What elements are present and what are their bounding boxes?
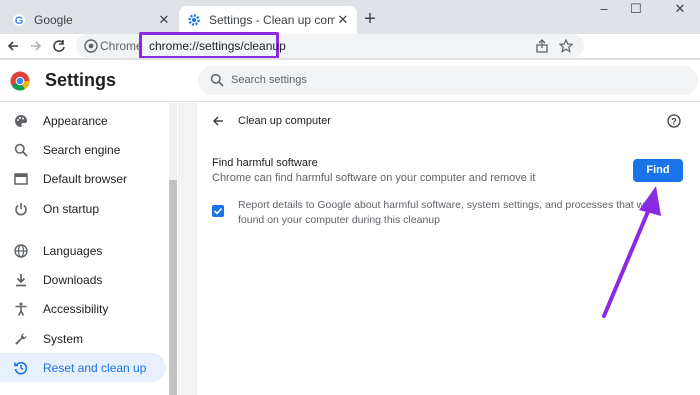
maximize-icon[interactable]: ☐ <box>621 0 651 18</box>
sidebar-item-label: Reset and clean up <box>43 360 147 375</box>
back-arrow-icon[interactable] <box>3 36 23 56</box>
chrome-logo-icon <box>84 39 98 53</box>
sidebar-item-search-engine[interactable]: Search engine <box>0 135 166 164</box>
chrome-logo-icon <box>10 71 30 91</box>
find-harmful-software-description: Chrome can find harmful software on your… <box>212 172 536 184</box>
sidebar-item-label: Downloads <box>43 272 103 287</box>
sidebar-item-label: Search engine <box>43 142 121 157</box>
url-text[interactable]: chrome://settings/cleanup <box>149 39 286 53</box>
sidebar-item-reset-and-clean-up[interactable]: Reset and clean up <box>0 353 166 382</box>
window-close-icon[interactable]: ✕ <box>665 0 695 18</box>
tab-settings[interactable]: Settings - Clean up computer ✕ <box>179 6 357 34</box>
svg-text:G: G <box>15 15 24 27</box>
wrench-icon <box>13 331 29 347</box>
tab-label: Google <box>34 13 73 27</box>
tab-google[interactable]: G Google ✕ <box>6 6 178 34</box>
minimize-icon[interactable]: – <box>589 0 619 18</box>
power-icon <box>13 201 29 217</box>
reload-icon[interactable] <box>49 36 69 56</box>
sidebar-item-label: On startup <box>43 201 100 216</box>
sidebar-item-label: Accessibility <box>43 301 109 316</box>
sidebar-item-accessibility[interactable]: Accessibility <box>0 294 166 323</box>
gear-icon <box>187 13 201 27</box>
search-icon <box>210 73 224 87</box>
reset-icon <box>13 360 29 376</box>
sidebar-item-default-browser[interactable]: Default browser <box>0 164 166 193</box>
url-scheme-label: Chrome <box>100 39 143 53</box>
google-favicon-icon: G <box>12 13 26 27</box>
new-tab-icon[interactable]: + <box>361 9 379 29</box>
report-details-checkbox[interactable] <box>212 205 224 217</box>
tab-close-icon[interactable]: ✕ <box>156 12 172 28</box>
globe-icon <box>13 243 29 259</box>
sidebar-item-appearance[interactable]: Appearance <box>0 106 166 135</box>
back-arrow-icon[interactable] <box>211 114 225 128</box>
help-icon[interactable]: ? <box>667 114 681 128</box>
find-harmful-software-heading: Find harmful software <box>212 157 318 169</box>
palette-icon <box>13 113 29 129</box>
annotation-arrow-icon <box>602 186 661 318</box>
page-title: Settings <box>45 70 117 90</box>
sidebar-item-on-startup[interactable]: On startup <box>0 194 166 223</box>
forward-arrow-icon[interactable] <box>26 36 46 56</box>
sidebar: Appearance Search engine Default browser… <box>0 103 178 395</box>
sidebar-item-label: Languages <box>43 243 103 258</box>
sidebar-item-label: Default browser <box>43 171 128 186</box>
find-button[interactable]: Find <box>633 159 683 182</box>
svg-text:?: ? <box>671 117 677 127</box>
sidebar-item-languages[interactable]: Languages <box>0 236 166 265</box>
bookmark-star-icon[interactable] <box>558 38 574 54</box>
download-icon <box>13 272 29 288</box>
tab-close-icon[interactable]: ✕ <box>335 12 351 28</box>
sidebar-scrollbar-thumb[interactable] <box>169 180 177 395</box>
share-icon[interactable] <box>534 38 550 54</box>
sidebar-item-downloads[interactable]: Downloads <box>0 265 166 294</box>
sidebar-item-system[interactable]: System <box>0 324 166 353</box>
search-placeholder: Search settings <box>231 74 307 86</box>
search-icon <box>13 142 29 158</box>
cleanup-title: Clean up computer <box>238 115 331 127</box>
tab-label: Settings - Clean up computer <box>209 13 335 27</box>
sidebar-item-label: Appearance <box>43 113 108 128</box>
accessibility-icon <box>13 301 29 317</box>
browser-icon <box>13 171 29 187</box>
toolbar: Chrome G <box>0 34 700 88</box>
tab-strip: G Google ✕ Settings - Clean up computer … <box>0 0 700 34</box>
sidebar-item-label: System <box>43 331 84 346</box>
